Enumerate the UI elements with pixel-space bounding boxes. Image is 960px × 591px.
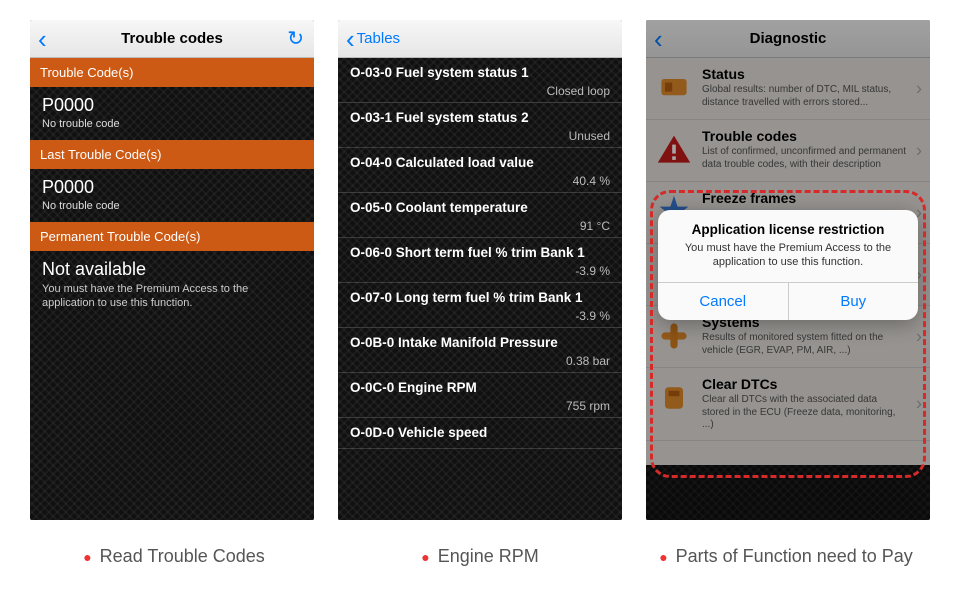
data-label: O-05-0 Coolant temperature — [350, 200, 610, 215]
code-desc: No trouble code — [42, 118, 302, 130]
content-body[interactable]: O-03-0 Fuel system status 1Closed loopO-… — [338, 58, 622, 520]
data-row[interactable]: O-05-0 Coolant temperature 91 °C — [338, 193, 622, 238]
back-button[interactable]: ‹ Tables — [338, 26, 408, 52]
data-label: O-06-0 Short term fuel % trim Bank 1 — [350, 245, 610, 260]
data-value: Unused — [350, 129, 610, 143]
data-value: 91 °C — [350, 219, 610, 233]
license-alert: Application license restriction You must… — [658, 210, 918, 320]
alert-buttons: Cancel Buy — [658, 282, 918, 320]
data-row[interactable]: O-04-0 Calculated load value 40.4 % — [338, 148, 622, 193]
section-header-last: Last Trouble Code(s) — [30, 140, 314, 169]
section-header-current: Trouble Code(s) — [30, 58, 314, 87]
nav-title: Trouble codes — [30, 30, 314, 47]
data-row[interactable]: O-06-0 Short term fuel % trim Bank 1 -3.9… — [338, 238, 622, 283]
code-value: P0000 — [42, 177, 302, 198]
premium-required-text: You must have the Premium Access to the … — [42, 282, 302, 311]
section-header-permanent: Permanent Trouble Code(s) — [30, 222, 314, 251]
data-value: -3.9 % — [350, 309, 610, 323]
navbar: ‹ Trouble codes ↻ — [30, 20, 314, 58]
data-label: O-0B-0 Intake Manifold Pressure — [350, 335, 610, 350]
data-label: O-07-0 Long term fuel % trim Bank 1 — [350, 290, 610, 305]
data-value: -3.9 % — [350, 264, 610, 278]
permanent-unavailable: Not available You must have the Premium … — [30, 251, 314, 321]
back-button[interactable]: ‹ — [30, 26, 57, 52]
caption-3: ●Parts of Function need to Pay — [642, 546, 930, 567]
alert-title: Application license restriction — [658, 210, 918, 241]
data-value: 40.4 % — [350, 174, 610, 188]
data-row[interactable]: O-03-1 Fuel system status 2 Unused — [338, 103, 622, 148]
data-label: O-0C-0 Engine RPM — [350, 380, 610, 395]
bullet-icon: ● — [421, 549, 429, 565]
captions-row: ●Read Trouble Codes ●Engine RPM ●Parts o… — [0, 546, 960, 567]
alert-message: You must have the Premium Access to the … — [658, 241, 918, 282]
code-desc: No trouble code — [42, 200, 302, 212]
chevron-left-icon: ‹ — [38, 26, 47, 52]
data-row[interactable]: O-07-0 Long term fuel % trim Bank 1 -3.9 … — [338, 283, 622, 328]
data-label: O-0D-0 Vehicle speed — [350, 425, 610, 440]
buy-button[interactable]: Buy — [788, 283, 919, 320]
data-row[interactable]: O-0B-0 Intake Manifold Pressure 0.38 bar — [338, 328, 622, 373]
data-value: Closed loop — [350, 84, 610, 98]
bullet-icon: ● — [83, 549, 91, 565]
refresh-button[interactable]: ↻ — [287, 26, 304, 51]
data-value: 755 rpm — [350, 399, 610, 413]
data-label: O-03-0 Fuel system status 1 — [350, 65, 610, 80]
back-label: Tables — [357, 30, 400, 47]
data-value: 0.38 bar — [350, 354, 610, 368]
not-available-label: Not available — [42, 259, 302, 280]
data-label: O-04-0 Calculated load value — [350, 155, 610, 170]
cancel-button[interactable]: Cancel — [658, 283, 788, 320]
trouble-code-item[interactable]: P0000 No trouble code — [30, 87, 314, 140]
caption-2: ●Engine RPM — [336, 546, 624, 567]
data-label: O-03-1 Fuel system status 2 — [350, 110, 610, 125]
navbar: ‹ Tables — [338, 20, 622, 58]
bullet-icon: ● — [659, 549, 667, 565]
content-body: Trouble Code(s) P0000 No trouble code La… — [30, 58, 314, 520]
trouble-code-item[interactable]: P0000 No trouble code — [30, 169, 314, 222]
data-row[interactable]: O-0D-0 Vehicle speed — [338, 418, 622, 449]
phone-diagnostic: ‹ Diagnostic StatusGlobal results: numbe… — [646, 20, 930, 520]
phone-trouble-codes: ‹ Trouble codes ↻ Trouble Code(s) P0000 … — [30, 20, 314, 520]
data-row[interactable]: O-03-0 Fuel system status 1 Closed loop — [338, 58, 622, 103]
code-value: P0000 — [42, 95, 302, 116]
chevron-left-icon: ‹ — [346, 26, 355, 52]
data-row[interactable]: O-0C-0 Engine RPM 755 rpm — [338, 373, 622, 418]
caption-1: ●Read Trouble Codes — [30, 546, 318, 567]
phone-tables: ‹ Tables O-03-0 Fuel system status 1 Clos… — [338, 20, 622, 520]
